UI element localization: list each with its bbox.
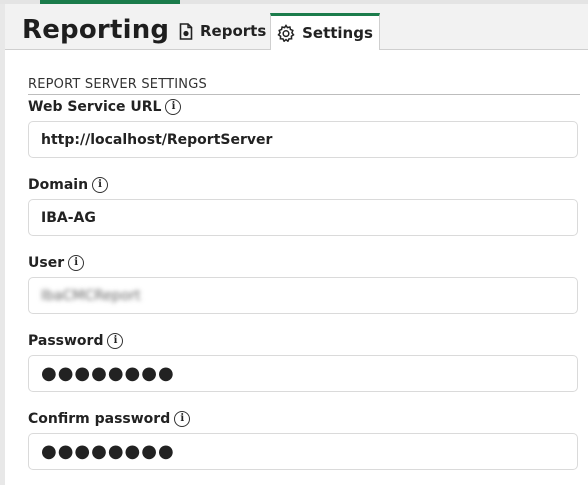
web-service-url-input[interactable]: http://localhost/ReportServer	[28, 121, 578, 158]
tab-reports-label: Reports	[200, 22, 267, 40]
password-input[interactable]: ●●●●●●●●	[28, 355, 578, 392]
left-panel-edge	[0, 4, 5, 485]
section-divider	[28, 94, 580, 95]
gear-icon	[277, 24, 295, 42]
password-value: ●●●●●●●●	[41, 363, 175, 384]
info-icon[interactable]: i	[92, 177, 109, 193]
domain-value: IBA-AG	[41, 209, 96, 226]
user-value: IbaCMCReport	[41, 287, 141, 304]
confirm-password-label: Confirm password i	[28, 411, 191, 427]
web-service-url-label: Web Service URL i	[28, 99, 182, 115]
info-icon[interactable]: i	[174, 411, 191, 427]
section-title: REPORT SERVER SETTINGS	[28, 77, 207, 92]
tab-reports[interactable]: Reports	[179, 13, 266, 49]
tab-settings-label: Settings	[302, 24, 373, 42]
info-icon[interactable]: i	[107, 333, 124, 349]
user-label: User i	[28, 255, 85, 271]
password-label: Password i	[28, 333, 124, 349]
confirm-password-input[interactable]: ●●●●●●●●	[28, 433, 578, 470]
tab-settings[interactable]: Settings	[270, 13, 380, 50]
report-document-icon	[179, 22, 193, 40]
password-label-text: Password	[28, 333, 104, 349]
confirm-password-value: ●●●●●●●●	[41, 441, 175, 462]
domain-label-text: Domain	[28, 177, 89, 193]
web-service-url-value: http://localhost/ReportServer	[41, 131, 273, 148]
active-tab-gap	[271, 49, 379, 50]
info-icon[interactable]: i	[68, 255, 85, 271]
user-input[interactable]: IbaCMCReport	[28, 277, 578, 314]
user-label-text: User	[28, 255, 65, 271]
info-icon[interactable]: i	[165, 99, 182, 115]
web-service-url-label-text: Web Service URL	[28, 99, 162, 115]
page-title: Reporting	[22, 15, 170, 45]
confirm-password-label-text: Confirm password	[28, 411, 171, 427]
domain-input[interactable]: IBA-AG	[28, 199, 578, 236]
domain-label: Domain i	[28, 177, 109, 193]
